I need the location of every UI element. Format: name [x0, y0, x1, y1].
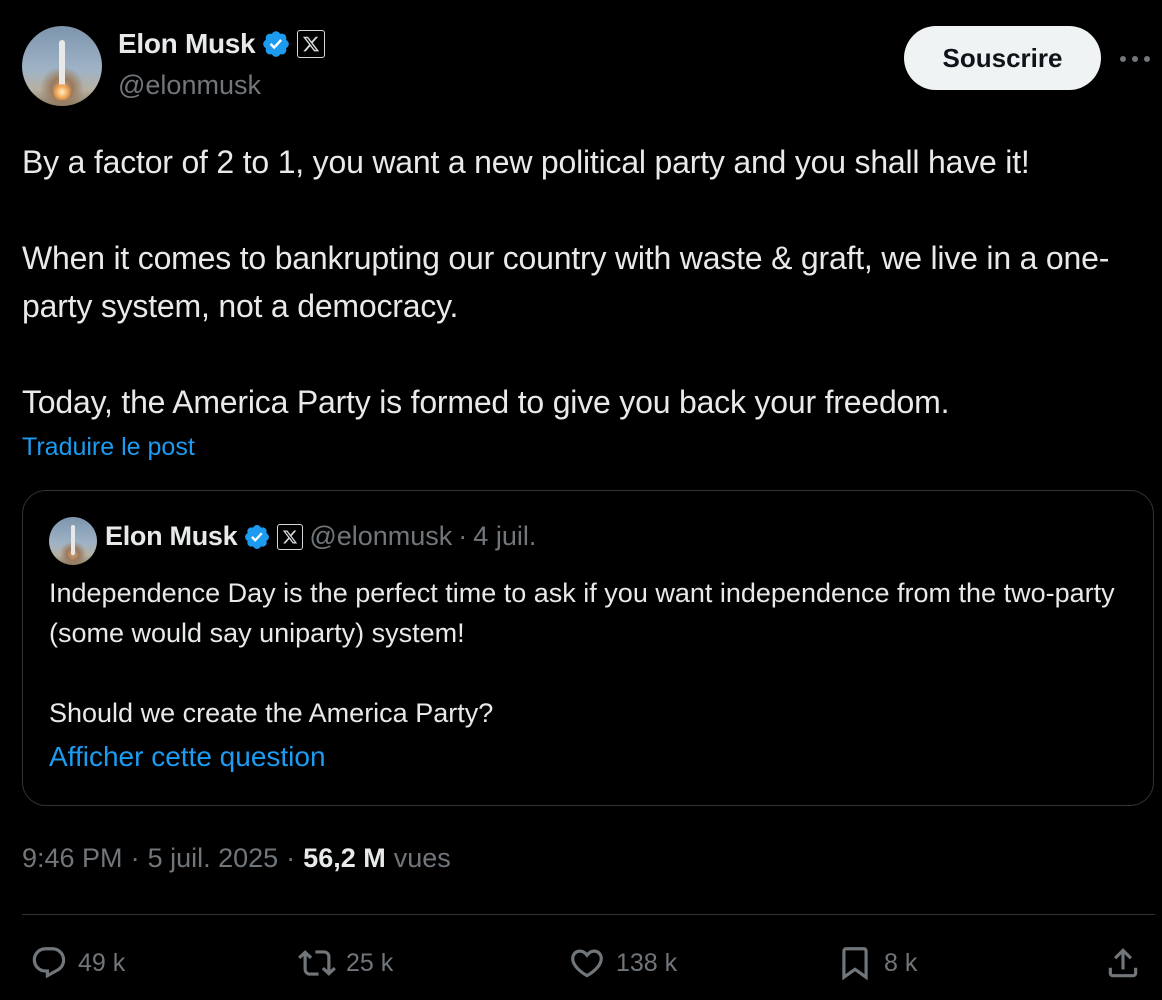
like-count: 138 k: [616, 948, 678, 977]
avatar-rocket: [59, 40, 65, 88]
translate-post-link[interactable]: Traduire le post: [22, 433, 195, 462]
quote-separator: ·: [458, 521, 468, 551]
quote-header: Elon Musk @elonmusk · 4 juil.: [105, 521, 536, 552]
quote-text: Independence Day is the perfect time to …: [49, 573, 1129, 733]
subscribe-button[interactable]: Souscrire: [904, 26, 1101, 90]
reply-count: 49 k: [78, 948, 126, 977]
reply-button[interactable]: 49 k: [30, 944, 125, 982]
repost-icon: [298, 950, 336, 976]
avatar-flame: [52, 84, 72, 100]
author-name[interactable]: Elon Musk: [118, 28, 256, 60]
author-handle[interactable]: @elonmusk: [118, 70, 261, 101]
author-avatar[interactable]: [22, 26, 102, 106]
meta-separator: ·: [286, 843, 296, 873]
quote-author-name[interactable]: Elon Musk: [105, 521, 238, 552]
verified-icon: [263, 31, 290, 57]
post-paragraph: Today, the America Party is formed to gi…: [22, 384, 950, 420]
repost-count: 25 k: [346, 948, 394, 977]
share-button[interactable]: [1104, 944, 1142, 982]
bookmark-count: 8 k: [884, 948, 918, 977]
views-label: vues: [393, 843, 451, 873]
quote-avatar[interactable]: [49, 517, 97, 565]
share-icon: [1108, 948, 1138, 978]
like-button[interactable]: 138 k: [568, 944, 677, 982]
quote-paragraph: Independence Day is the perfect time to …: [49, 578, 1115, 648]
quote-author-handle[interactable]: @elonmusk: [309, 521, 452, 552]
bookmark-button[interactable]: 8 k: [836, 944, 917, 982]
divider: [22, 914, 1155, 915]
like-icon: [571, 949, 603, 978]
quoted-post[interactable]: Elon Musk @elonmusk · 4 juil. Independen…: [22, 490, 1154, 806]
reply-icon: [32, 947, 66, 979]
more-icon[interactable]: [1118, 54, 1152, 64]
show-question-link[interactable]: Afficher cette question: [49, 741, 326, 773]
post-time[interactable]: 9:46 PM: [22, 843, 123, 874]
x-logo-icon: [297, 30, 326, 58]
verified-icon: [245, 524, 270, 549]
post-paragraph: When it comes to bankrupting our country…: [22, 240, 1110, 324]
bookmark-icon: [842, 947, 868, 981]
x-logo-icon: [277, 523, 304, 550]
quote-paragraph: Should we create the America Party?: [49, 698, 494, 728]
author-name-row: Elon Musk: [118, 28, 326, 60]
post-text: By a factor of 2 to 1, you want a new po…: [22, 138, 1157, 426]
meta-separator: ·: [130, 843, 140, 873]
quote-date[interactable]: 4 juil.: [473, 521, 536, 552]
post-date[interactable]: 5 juil. 2025: [148, 843, 279, 874]
views-count: 56,2 M: [303, 843, 386, 873]
post-paragraph: By a factor of 2 to 1, you want a new po…: [22, 144, 1030, 180]
post-meta: 9:46 PM · 5 juil. 2025 · 56,2 M vues: [22, 843, 451, 874]
repost-button[interactable]: 25 k: [298, 944, 393, 982]
avatar-rocket: [71, 525, 75, 555]
